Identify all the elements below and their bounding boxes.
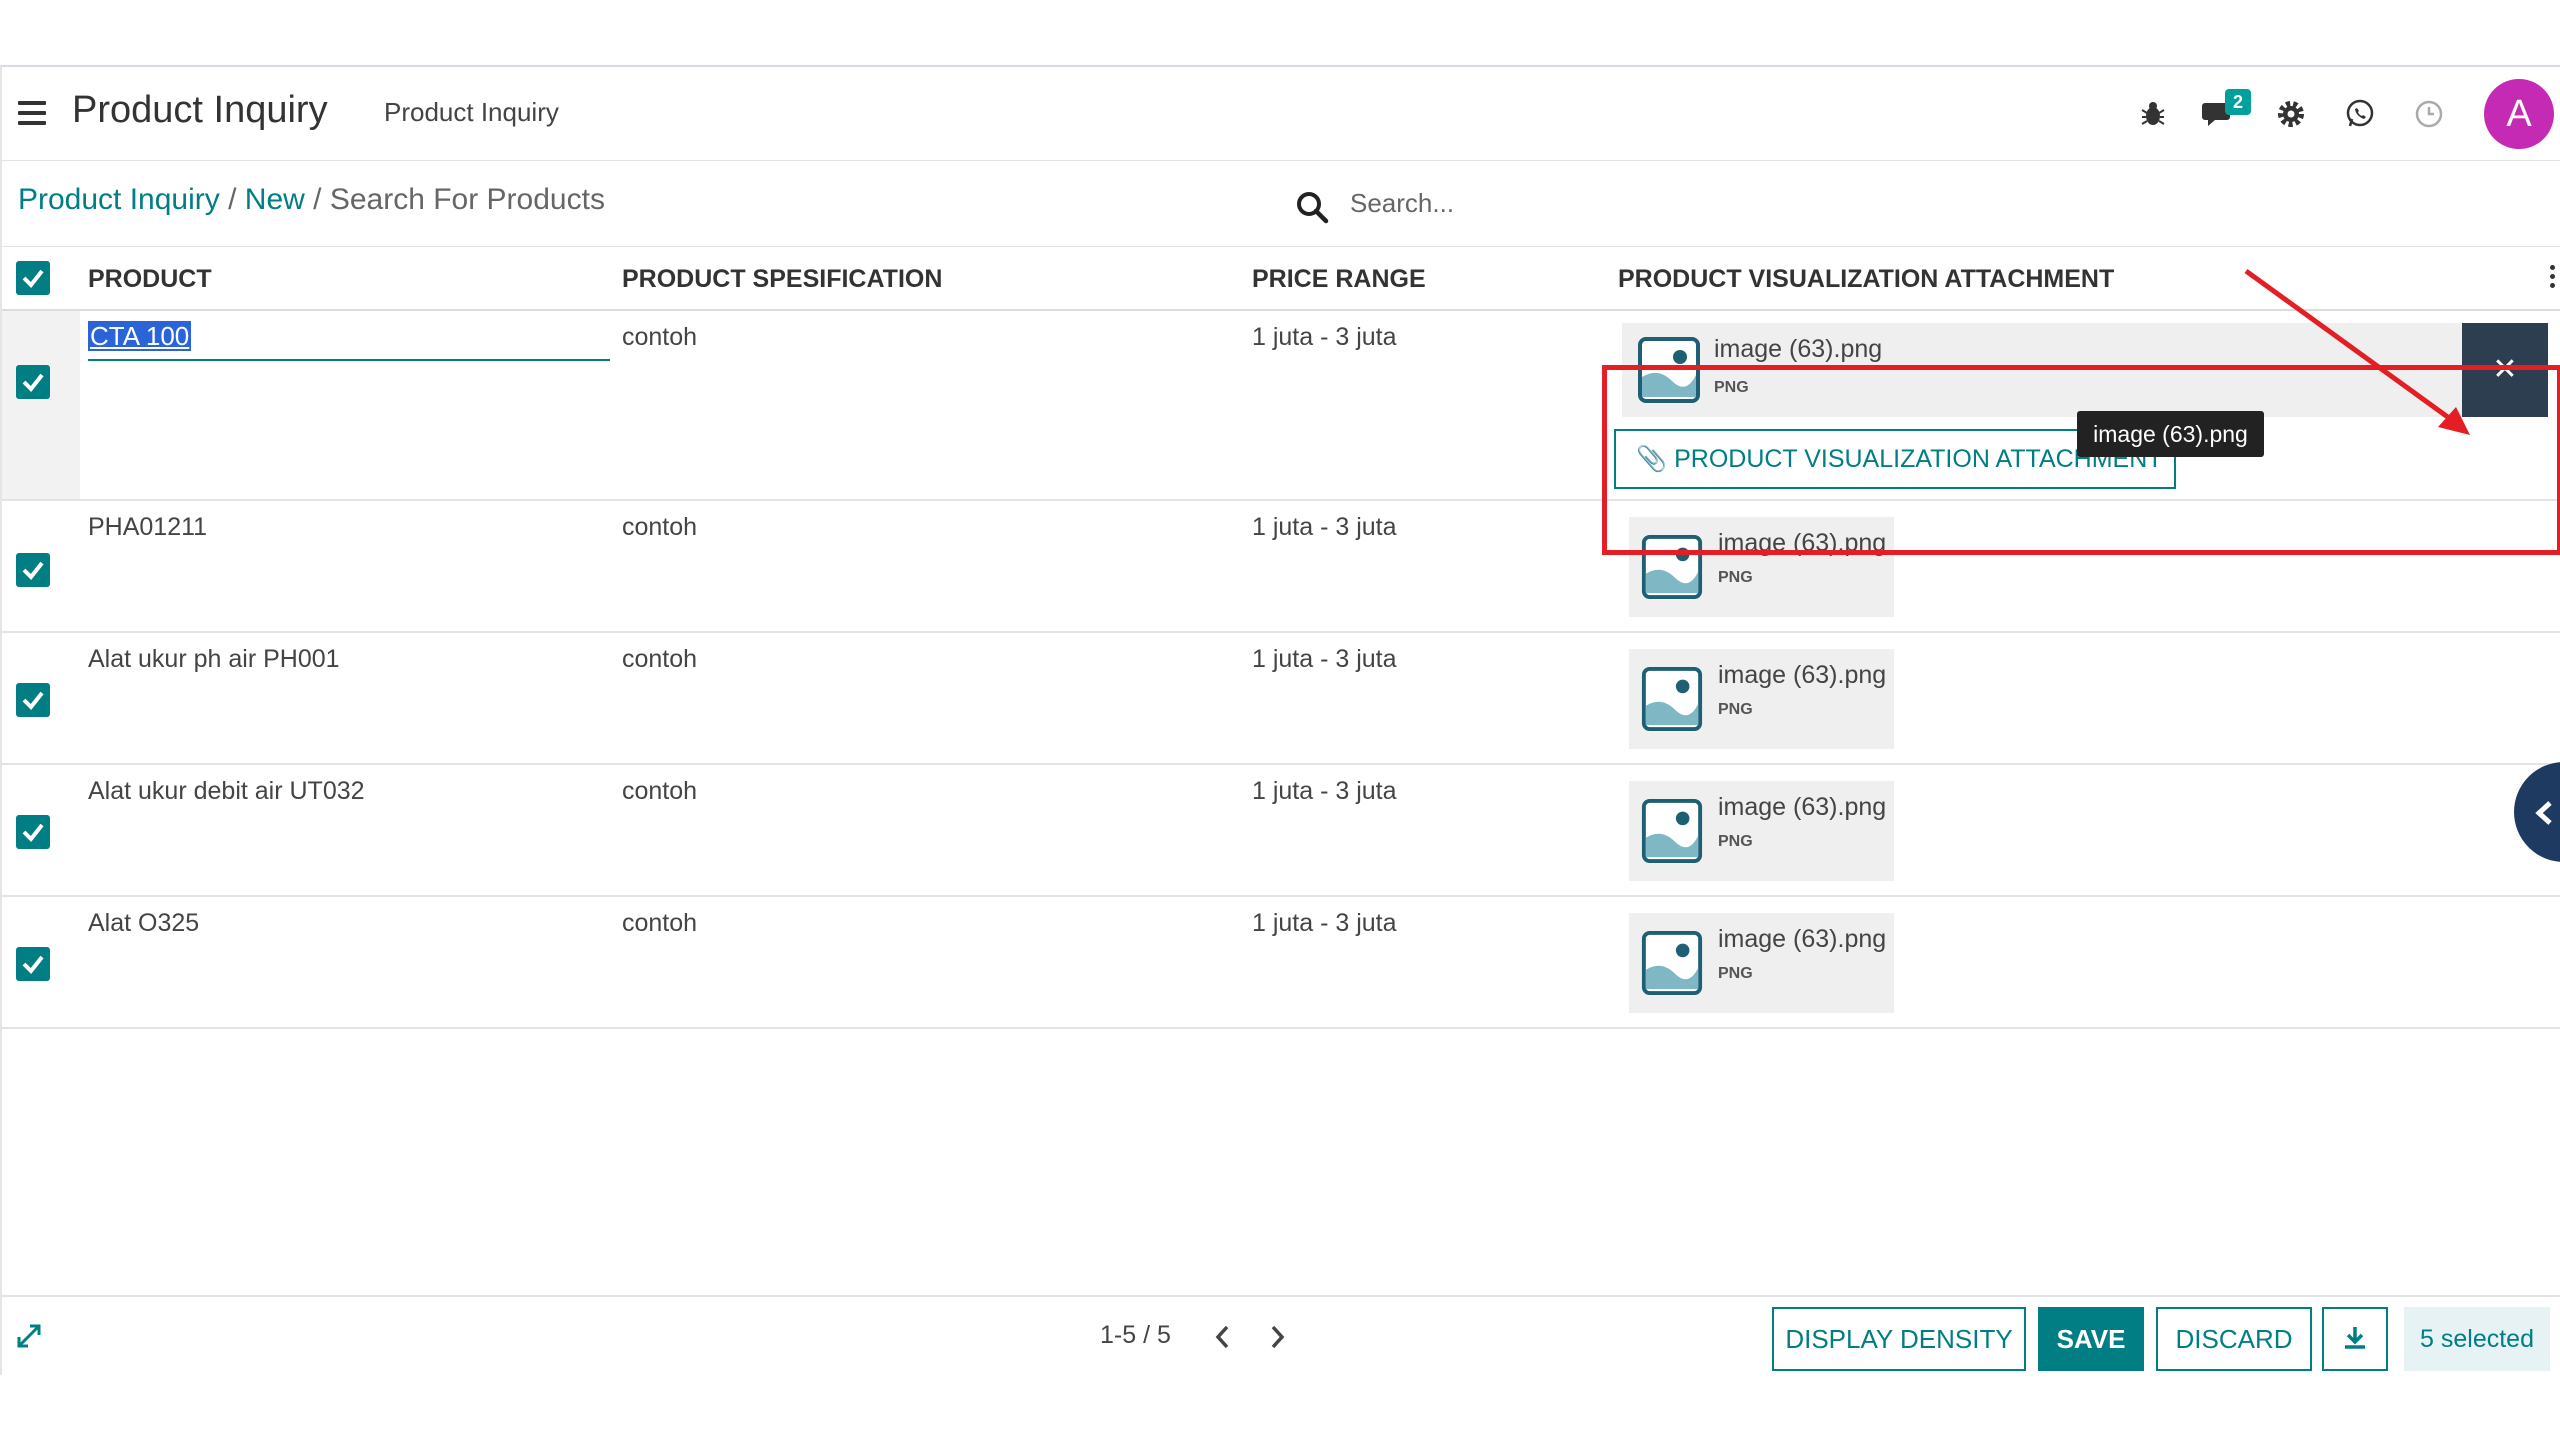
pager-value[interactable]: 1-5 / 5 [1100,1321,1171,1350]
price-cell[interactable]: 1 juta - 3 juta [1252,513,1397,542]
row-selector-cell [2,311,80,499]
attachment-file[interactable]: image (63).png PNG [1629,913,1894,1013]
image-file-icon [1641,535,1703,599]
download-icon [2345,1327,2365,1349]
clock-icon[interactable] [2412,97,2446,131]
attachment-name: image (63).png [1718,529,1887,557]
discard-button[interactable]: DISCARD [2156,1307,2312,1371]
breadcrumb-current: Search For Products [329,183,605,216]
product-name-selected-text: CTA 100 [88,321,192,351]
spec-cell[interactable]: contoh [622,909,697,938]
user-avatar[interactable]: A [2484,79,2554,149]
app-title: Product Inquiry [72,89,328,131]
app-window: Product Inquiry Product Inquiry 2 A Prod… [0,65,2560,1375]
product-cell[interactable]: PHA01211 [88,513,207,542]
search-icon[interactable] [1294,189,1330,225]
paperclip-icon: 📎 [1636,445,1668,473]
next-page-icon[interactable] [1264,1323,1290,1351]
attachment-ext: PNG [1718,569,1753,586]
attachment-name: image (63).png [1718,793,1887,821]
gear-icon[interactable] [2274,97,2308,131]
top-bar: Product Inquiry Product Inquiry 2 A [2,67,2560,161]
attachment-ext: PNG [1718,965,1753,982]
selected-count-badge: 5 selected [2404,1307,2550,1371]
image-file-icon [1641,667,1703,731]
whatsapp-icon[interactable] [2343,97,2377,131]
attachment-name: image (63).png [1718,925,1887,953]
attachment-file[interactable]: image (63).png PNG [1622,323,2548,417]
spec-cell[interactable]: contoh [622,645,697,674]
attachment-name: image (63).png [1718,661,1887,689]
price-cell[interactable]: 1 juta - 3 juta [1252,777,1397,806]
attachment-file[interactable]: image (63).png PNG [1629,517,1894,617]
price-cell[interactable]: 1 juta - 3 juta [1252,323,1397,352]
breadcrumb-new[interactable]: New [245,183,305,216]
spec-cell[interactable]: contoh [622,513,697,542]
table-header: PRODUCT PRODUCT SPESIFICATION PRICE RANG… [2,247,2560,311]
column-header-product[interactable]: PRODUCT [88,265,212,294]
bug-icon[interactable] [2136,97,2170,131]
column-header-price-range[interactable]: PRICE RANGE [1252,265,1426,294]
select-all-checkbox[interactable] [16,261,50,295]
spec-cell[interactable]: contoh [622,323,697,352]
control-panel: Product Inquiry / New / Search For Produ… [2,161,2560,247]
table-row[interactable]: Alat O325 contoh 1 juta - 3 juta image (… [2,897,2560,1029]
product-cell[interactable]: Alat ukur debit air UT032 [88,777,365,806]
download-button[interactable] [2322,1307,2388,1371]
row-checkbox[interactable] [16,553,50,587]
price-cell[interactable]: 1 juta - 3 juta [1252,645,1397,674]
image-file-icon [1638,337,1700,403]
column-header-specification[interactable]: PRODUCT SPESIFICATION [622,265,942,294]
previous-page-icon[interactable] [1210,1323,1236,1351]
row-checkbox[interactable] [16,815,50,849]
column-header-attachment[interactable]: PRODUCT VISUALIZATION ATTACHMENT [1618,265,2114,294]
attachment-name: image (63).png [1714,335,1883,363]
search-input[interactable] [1350,181,1850,225]
menu-icon[interactable] [18,101,46,125]
table-row[interactable]: Alat ukur ph air PH001 contoh 1 juta - 3… [2,633,2560,765]
row-checkbox[interactable] [16,683,50,717]
expand-icon[interactable] [14,1321,44,1351]
table-row[interactable]: PHA01211 contoh 1 juta - 3 juta image (6… [2,501,2560,633]
optional-columns-icon[interactable] [2550,265,2556,291]
price-cell[interactable]: 1 juta - 3 juta [1252,909,1397,938]
row-checkbox[interactable] [16,365,50,399]
attachment-ext: PNG [1718,833,1753,850]
product-table: PRODUCT PRODUCT SPESIFICATION PRICE RANG… [2,247,2560,1029]
product-name-input[interactable]: CTA 100 [88,321,610,361]
product-cell[interactable]: Alat O325 [88,909,199,938]
chevron-left-icon [2535,801,2552,825]
display-density-button[interactable]: DISPLAY DENSITY [1772,1307,2026,1371]
breadcrumb: Product Inquiry / New / Search For Produ… [18,183,605,217]
breadcrumb-separator: / [304,183,330,216]
save-button[interactable]: SAVE [2038,1307,2144,1371]
table-row[interactable]: CTA 100 contoh 1 juta - 3 juta image (63… [2,311,2560,501]
breadcrumb-product-inquiry[interactable]: Product Inquiry [18,183,220,216]
attachment-file[interactable]: image (63).png PNG [1629,781,1894,881]
app-menu-item[interactable]: Product Inquiry [384,97,559,128]
attachment-ext: PNG [1718,701,1753,718]
attachment-ext: PNG [1714,379,1749,396]
tooltip: image (63).png [2077,411,2264,457]
image-file-icon [1641,931,1703,995]
attachment-file[interactable]: image (63).png PNG [1629,649,1894,749]
breadcrumb-separator: / [219,183,245,216]
image-file-icon [1641,799,1703,863]
bottom-bar: 1-5 / 5 DISPLAY DENSITY SAVE DISCARD 5 s… [2,1295,2560,1377]
remove-attachment-button[interactable]: ✕ [2462,323,2548,417]
product-cell[interactable]: Alat ukur ph air PH001 [88,645,340,674]
table-row[interactable]: Alat ukur debit air UT032 contoh 1 juta … [2,765,2560,897]
spec-cell[interactable]: contoh [622,777,697,806]
message-count-badge: 2 [2225,89,2251,115]
row-checkbox[interactable] [16,947,50,981]
